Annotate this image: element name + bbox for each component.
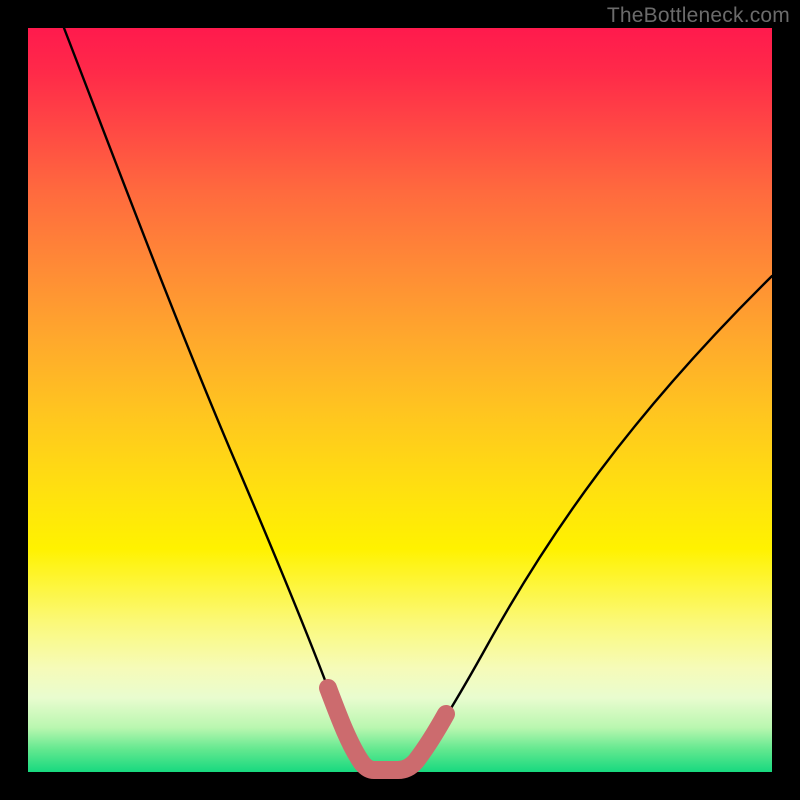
chart-frame: TheBottleneck.com <box>0 0 800 800</box>
plot-area <box>28 28 772 772</box>
highlight-band <box>328 688 446 770</box>
bottleneck-curve <box>64 28 772 770</box>
watermark-text: TheBottleneck.com <box>607 4 790 28</box>
curve-layer <box>28 28 772 772</box>
